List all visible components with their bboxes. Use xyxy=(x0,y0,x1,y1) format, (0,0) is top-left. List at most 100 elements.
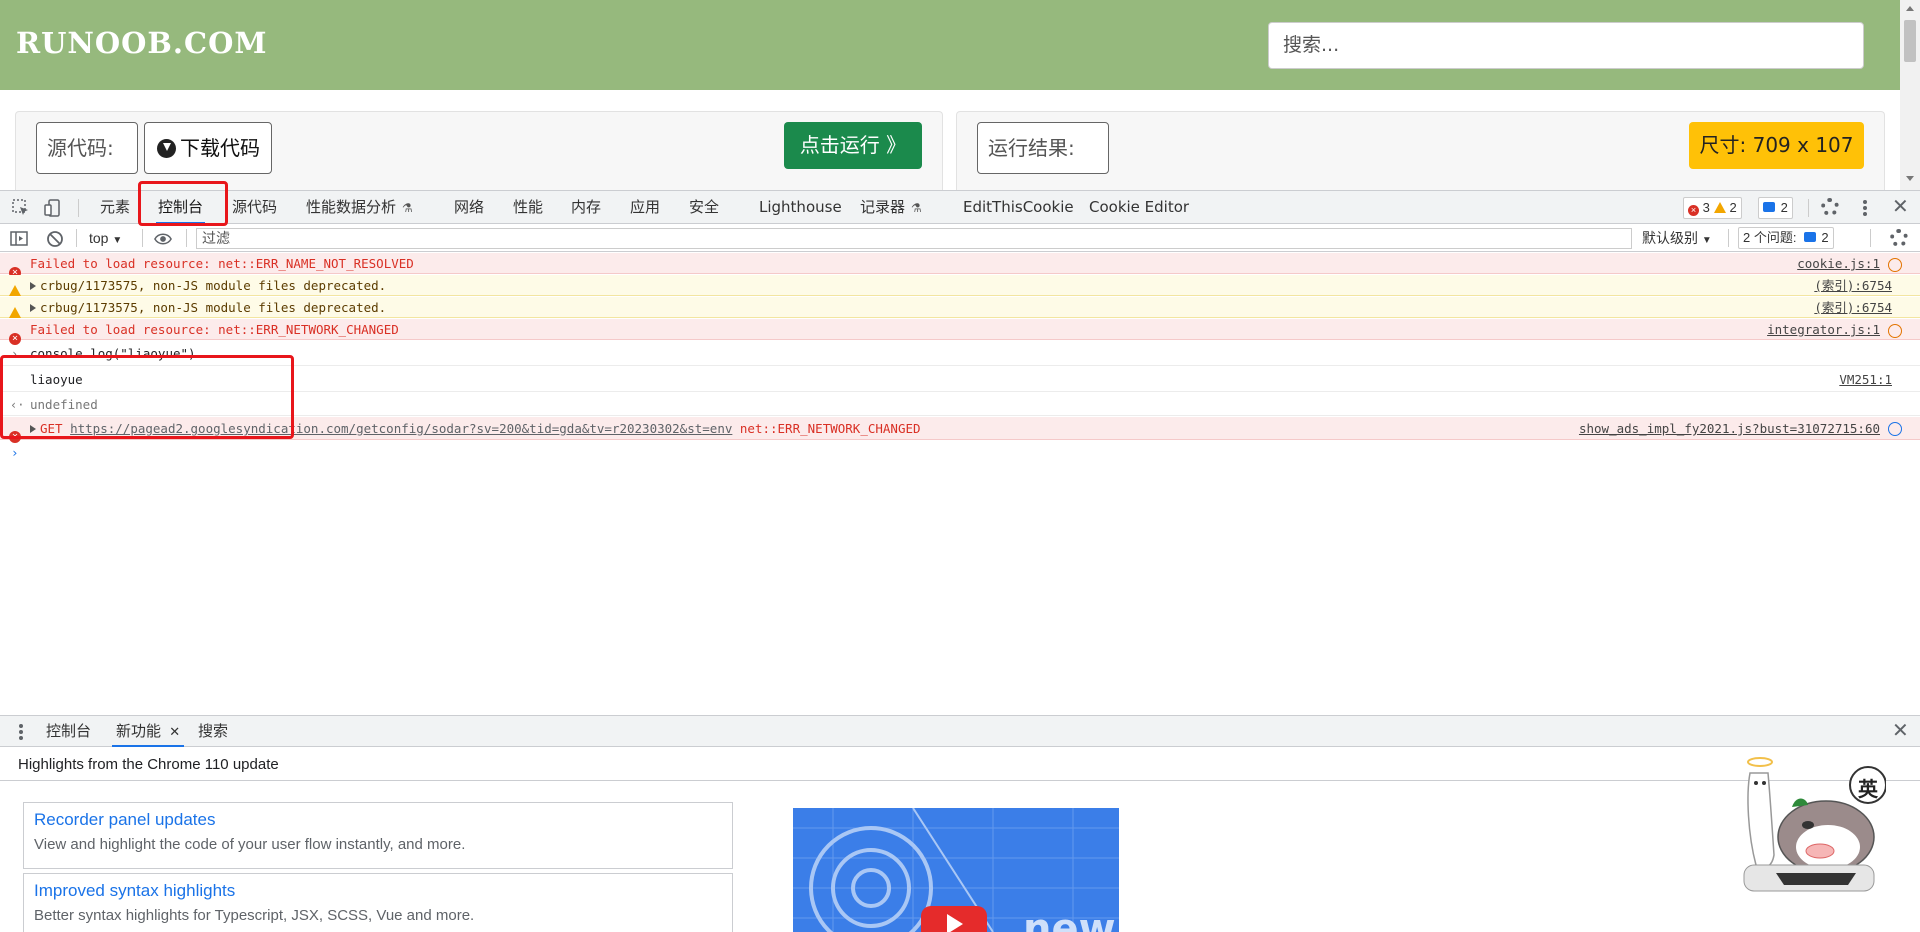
tab-elements[interactable]: 元素 xyxy=(100,191,130,224)
drawer-tab-whats-new-label: 新功能 xyxy=(116,723,162,740)
scroll-up-arrow-icon[interactable] xyxy=(1906,6,1914,11)
site-logo[interactable]: RUNOOB.COM xyxy=(16,26,267,60)
more-options-icon[interactable] xyxy=(1863,200,1867,216)
console-source-link[interactable]: (索引):6754 xyxy=(1814,297,1892,318)
tab-performance[interactable]: 性能 xyxy=(513,191,543,224)
feature-card-recorder[interactable]: Recorder panel updates View and highligh… xyxy=(23,802,733,869)
console-source-link[interactable]: cookie.js:1 xyxy=(1797,253,1880,274)
result-label-button[interactable]: 运行结果: xyxy=(977,122,1109,174)
clear-console-icon[interactable] xyxy=(46,230,64,248)
settings-gear-icon[interactable] xyxy=(1821,198,1839,216)
tab-lighthouse[interactable]: Lighthouse xyxy=(759,191,842,224)
source-code-button[interactable]: 源代码: xyxy=(36,122,138,174)
request-error: net::ERR_NETWORK_CHANGED xyxy=(739,421,921,436)
console-source-link[interactable]: (索引):6754 xyxy=(1814,275,1892,296)
run-button[interactable]: 点击运行 》 xyxy=(784,122,922,169)
download-code-label: 下载代码 xyxy=(180,136,260,160)
console-prompt[interactable]: › xyxy=(0,441,1920,465)
source-panel-header: 源代码: 下载代码 点击运行 》 xyxy=(15,111,943,191)
errors-warnings-badge[interactable]: × 3 2 xyxy=(1683,197,1742,219)
drawer-tab-bar: 控制台 新功能 ✕ 搜索 ✕ xyxy=(0,716,1920,747)
download-code-button[interactable]: 下载代码 xyxy=(144,122,272,174)
console-settings-gear-icon[interactable] xyxy=(1890,229,1908,247)
console-row-error[interactable]: × Failed to load resource: net::ERR_NAME… xyxy=(0,253,1920,279)
drawer-menu-icon[interactable] xyxy=(19,724,23,740)
toolbar-separator xyxy=(1728,229,1729,247)
toolbar-separator xyxy=(142,229,143,247)
error-count: 3 xyxy=(1702,200,1710,215)
tab-recorder[interactable]: 记录器 ⚗ xyxy=(860,191,922,224)
close-drawer-icon[interactable]: ✕ xyxy=(1892,721,1909,741)
console-row-error[interactable]: × Failed to load resource: net::ERR_NETW… xyxy=(0,319,1920,345)
flask-icon: ⚗ xyxy=(402,201,413,215)
page-scrollbar[interactable] xyxy=(1900,0,1920,190)
close-tab-icon[interactable]: ✕ xyxy=(169,724,180,739)
console-message-text: Failed to load resource: net::ERR_NETWOR… xyxy=(30,322,399,337)
feature-card-description: Better syntax highlights for Typescript,… xyxy=(34,907,475,924)
issues-button[interactable]: 2 个问题: 2 xyxy=(1738,227,1834,249)
network-request-icon[interactable] xyxy=(1888,258,1902,272)
video-overlay-text: new xyxy=(1023,906,1116,932)
mascot-decoration: 英 xyxy=(1736,755,1887,895)
console-row-warning[interactable]: crbug/1173575, non-JS module files depre… xyxy=(0,275,1920,296)
tab-performance-insights-label: 性能数据分析 xyxy=(306,198,397,216)
tab-recorder-label: 记录器 xyxy=(860,198,906,216)
toolbar-separator xyxy=(186,229,187,247)
live-expression-eye-icon[interactable] xyxy=(154,230,172,248)
log-level-dropdown[interactable]: 默认级别 ▼ xyxy=(1642,225,1712,254)
message-icon xyxy=(1803,232,1816,242)
tab-editthiscookie[interactable]: EditThisCookie xyxy=(963,191,1074,224)
tab-performance-insights[interactable]: 性能数据分析 ⚗ xyxy=(306,191,413,224)
highlight-box-console-output xyxy=(0,355,294,439)
feature-card-title[interactable]: Improved syntax highlights xyxy=(34,880,722,902)
feature-card-syntax[interactable]: Improved syntax highlights Better syntax… xyxy=(23,873,733,932)
result-panel-header: 运行结果: 尺寸: 709 x 107 xyxy=(956,111,1885,191)
drawer-tab-search[interactable]: 搜索 xyxy=(198,716,228,747)
device-toolbar-icon[interactable] xyxy=(44,199,62,217)
error-icon: × xyxy=(1688,205,1699,216)
scrollbar-thumb[interactable] xyxy=(1904,20,1916,62)
tab-sources[interactable]: 源代码 xyxy=(232,191,277,224)
close-devtools-icon[interactable]: ✕ xyxy=(1892,197,1909,217)
context-selector-value: top xyxy=(89,230,109,246)
inspect-element-icon[interactable] xyxy=(12,199,30,217)
devtools-tab-bar: 元素 控制台 源代码 性能数据分析 ⚗ 网络 性能 内存 应用 安全 Lighth… xyxy=(0,191,1920,224)
message-count: 2 xyxy=(1780,200,1788,215)
drawer-tab-console[interactable]: 控制台 xyxy=(46,716,91,747)
network-request-icon[interactable] xyxy=(1888,324,1902,338)
tab-application[interactable]: 应用 xyxy=(630,191,660,224)
tab-cookie-editor[interactable]: Cookie Editor xyxy=(1089,191,1189,224)
scroll-down-arrow-icon[interactable] xyxy=(1906,176,1914,181)
expand-triangle-icon[interactable] xyxy=(30,282,36,290)
search-input[interactable]: 搜索... xyxy=(1268,22,1864,69)
tab-memory[interactable]: 内存 xyxy=(571,191,601,224)
context-selector[interactable]: top ▼ xyxy=(89,225,122,254)
console-row-warning[interactable]: crbug/1173575, non-JS module files depre… xyxy=(0,297,1920,318)
prompt-caret-icon: › xyxy=(11,445,19,460)
feature-card-title[interactable]: Recorder panel updates xyxy=(34,809,722,831)
tab-network[interactable]: 网络 xyxy=(454,191,484,224)
console-message-text: Failed to load resource: net::ERR_NAME_N… xyxy=(30,256,414,271)
tab-security[interactable]: 安全 xyxy=(689,191,719,224)
console-message-text: crbug/1173575, non-JS module files depre… xyxy=(30,275,386,296)
network-request-icon[interactable] xyxy=(1888,422,1902,436)
site-header: RUNOOB.COM 搜索... xyxy=(0,0,1900,90)
whats-new-video-thumbnail[interactable]: new xyxy=(793,808,1119,932)
console-filter-input[interactable]: 过滤 xyxy=(196,228,1632,249)
sidebar-toggle-icon[interactable] xyxy=(10,230,28,248)
console-message-content: crbug/1173575, non-JS module files depre… xyxy=(40,300,387,315)
messages-badge[interactable]: 2 xyxy=(1758,197,1793,219)
console-source-link[interactable]: VM251:1 xyxy=(1839,367,1892,392)
console-source-link[interactable]: integrator.js:1 xyxy=(1767,319,1880,340)
toolbar-separator xyxy=(78,199,79,217)
expand-triangle-icon[interactable] xyxy=(30,304,36,312)
flask-icon: ⚗ xyxy=(911,201,922,215)
warning-icon xyxy=(1713,202,1726,213)
message-icon xyxy=(1763,202,1775,212)
log-level-value: 默认级别 xyxy=(1642,230,1698,246)
mascot-badge-text: 英 xyxy=(1858,779,1878,801)
whats-new-heading: Highlights from the Chrome 110 update xyxy=(0,748,1920,781)
drawer-tab-whats-new[interactable]: 新功能 ✕ xyxy=(111,716,185,747)
console-source-link[interactable]: show_ads_impl_fy2021.js?bust=31072715:60 xyxy=(1579,417,1880,440)
issues-count: 2 xyxy=(1821,230,1829,245)
